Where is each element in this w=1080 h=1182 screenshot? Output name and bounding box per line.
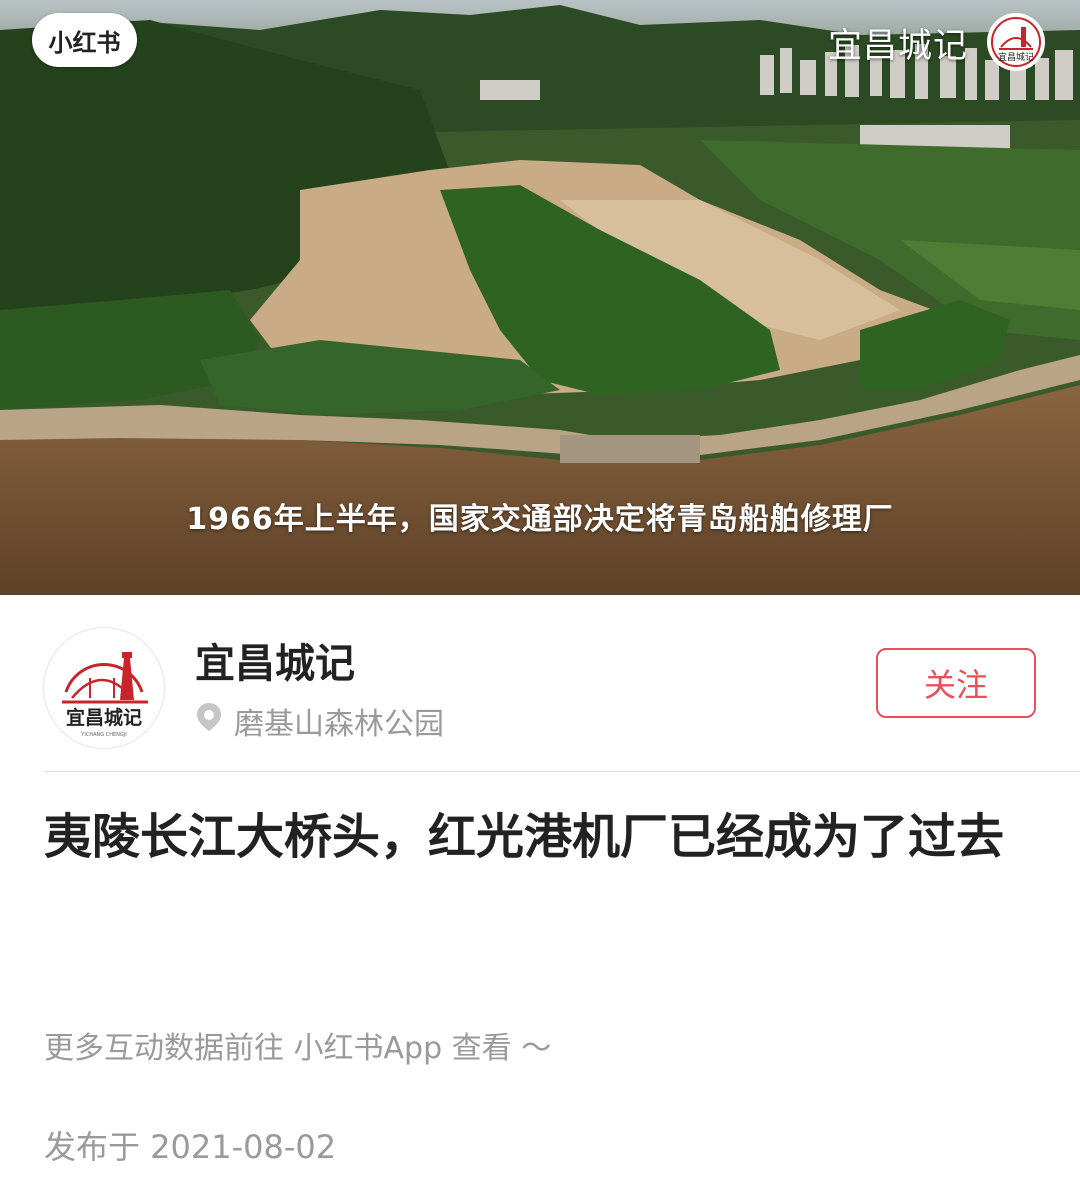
author-row: 宜昌城记 YICHANG CHENGJI 宜昌城记 磨基山森林公园 关注 (0, 595, 1080, 773)
publish-date: 发布于 2021-08-02 (44, 1128, 337, 1166)
author-name[interactable]: 宜昌城记 (195, 631, 355, 689)
channel-logo-text: 宜昌城记 (998, 51, 1034, 63)
video-subtitle: 1966年上半年，国家交通部决定将青岛船舶修理厂 (186, 502, 894, 537)
divider (44, 771, 1080, 772)
avatar-text: 宜昌城记 (66, 706, 142, 729)
location-pin-icon (196, 702, 222, 740)
hero-channel-name: 宜昌城记 (828, 26, 968, 66)
channel-logo-icon: 宜昌城记 (987, 13, 1045, 71)
hero-video-frame[interactable]: 小红书 宜昌城记 宜昌城记 1966年上半年，国家交通部决定将青岛船舶修理厂 (0, 0, 1080, 595)
location-tag[interactable]: 磨基山森林公园 (196, 699, 444, 743)
location-label: 磨基山森林公园 (234, 707, 444, 742)
post-title: 夷陵长江大桥头，红光港机厂已经成为了过去 (44, 809, 1005, 865)
avatar-subtext: YICHANG CHENGJI (80, 732, 126, 738)
xiaohongshu-logo-badge: 小红书 (32, 13, 137, 67)
open-app-hint[interactable]: 更多互动数据前往 小红书App 查看 ～ (44, 1023, 551, 1067)
follow-button[interactable]: 关注 (876, 648, 1036, 718)
avatar[interactable]: 宜昌城记 YICHANG CHENGJI (43, 627, 165, 749)
